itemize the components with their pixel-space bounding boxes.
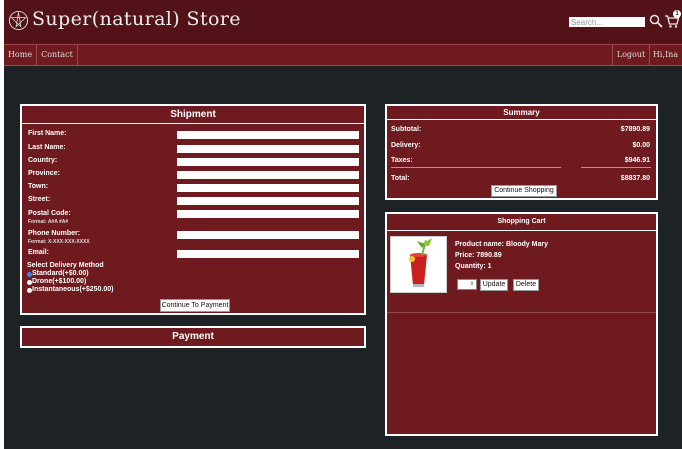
nav-contact-link[interactable]: Contact xyxy=(37,45,78,65)
delivery-label: Delivery: xyxy=(391,142,421,149)
nav-bar: Home Contact Logout Hi,Ina xyxy=(4,44,682,66)
country-field[interactable] xyxy=(177,158,359,166)
page-frame: Super(natural) Store 1 Home Contact Logo… xyxy=(0,0,682,449)
payment-panel[interactable]: Payment xyxy=(20,326,366,348)
town-field[interactable] xyxy=(177,184,359,192)
shopping-cart-panel: Shopping Cart Product name: Bloody Mary … xyxy=(385,212,658,436)
total-value: $8837.80 xyxy=(620,175,650,182)
shopping-cart-title: Shopping Cart xyxy=(387,214,656,231)
app-window: Super(natural) Store 1 Home Contact Logo… xyxy=(4,0,682,449)
search-input[interactable] xyxy=(569,17,645,27)
total-label: Total: xyxy=(391,175,410,182)
standard-delivery-label: Standard(+$0.00) xyxy=(32,270,89,277)
province-label: Province: xyxy=(28,170,60,177)
product-quantity: Quantity: 1 xyxy=(455,263,492,270)
continue-shopping-button[interactable]: Continue Shopping xyxy=(491,185,557,197)
continue-to-payment-button[interactable]: Continue To Payment xyxy=(160,299,230,312)
quantity-stepper[interactable]: ⇕ xyxy=(457,279,477,290)
top-header: Super(natural) Store 1 xyxy=(4,0,682,44)
street-label: Street: xyxy=(28,196,51,203)
taxes-label: Taxes: xyxy=(391,157,413,164)
postal-code-label: Postal Code: xyxy=(28,210,71,217)
delete-button[interactable]: Delete xyxy=(513,279,539,291)
email-field[interactable] xyxy=(177,250,359,258)
phone-number-label: Phone Number: xyxy=(28,230,81,237)
subtotal-label: Subtotal: xyxy=(391,126,422,133)
country-label: Country: xyxy=(28,157,58,164)
product-price: Price: 7890.89 xyxy=(455,252,502,259)
update-button[interactable]: Update xyxy=(480,279,508,291)
nav-home-link[interactable]: Home xyxy=(4,45,37,65)
delivery-method-heading: Select Delivery Method xyxy=(27,262,104,269)
cart-count-badge: 1 xyxy=(673,10,681,18)
drone-delivery-label: Drone(+$100.00) xyxy=(32,278,87,285)
stepper-arrows-icon[interactable]: ⇕ xyxy=(470,280,474,289)
instantaneous-delivery-label: Instantaneous(+$250.00) xyxy=(32,286,114,293)
summary-title: Summary xyxy=(387,106,656,120)
product-name: Product name: Bloody Mary xyxy=(455,241,548,248)
last-name-field[interactable] xyxy=(177,145,359,153)
summary-divider xyxy=(391,167,561,168)
product-image[interactable] xyxy=(390,236,447,293)
pentagram-logo-icon[interactable] xyxy=(8,10,29,31)
phone-number-field[interactable] xyxy=(177,231,359,239)
last-name-label: Last Name: xyxy=(28,144,66,151)
shipment-panel: Shipment First Name: Last Name: Country:… xyxy=(20,104,366,315)
cart-item-divider xyxy=(387,312,656,313)
shipment-title: Shipment xyxy=(22,106,364,124)
postal-code-field[interactable] xyxy=(177,210,359,218)
nav-logout-link[interactable]: Logout xyxy=(612,45,650,65)
street-field[interactable] xyxy=(177,197,359,205)
email-label: Email: xyxy=(28,249,50,256)
town-label: Town: xyxy=(28,183,49,190)
delivery-value: $0.00 xyxy=(632,142,650,149)
search-icon[interactable] xyxy=(649,14,663,28)
summary-divider-right xyxy=(581,167,651,168)
store-brand-title[interactable]: Super(natural) Store xyxy=(32,8,241,30)
province-field[interactable] xyxy=(177,171,359,179)
postal-code-format-hint: Format: A#A #A# xyxy=(28,219,69,225)
summary-panel: Summary Subtotal: $7890.89 Delivery: $0.… xyxy=(385,104,658,200)
taxes-value: $946.91 xyxy=(624,157,650,164)
first-name-field[interactable] xyxy=(177,131,359,139)
bloody-mary-image-icon xyxy=(409,238,432,287)
subtotal-value: $7890.89 xyxy=(620,126,650,133)
first-name-label: First Name: xyxy=(28,130,67,137)
phone-format-hint: Format: X-XXX-XXX-XXXX xyxy=(28,239,90,245)
payment-title: Payment xyxy=(172,331,214,342)
nav-user-greeting[interactable]: Hi,Ina xyxy=(649,45,682,65)
